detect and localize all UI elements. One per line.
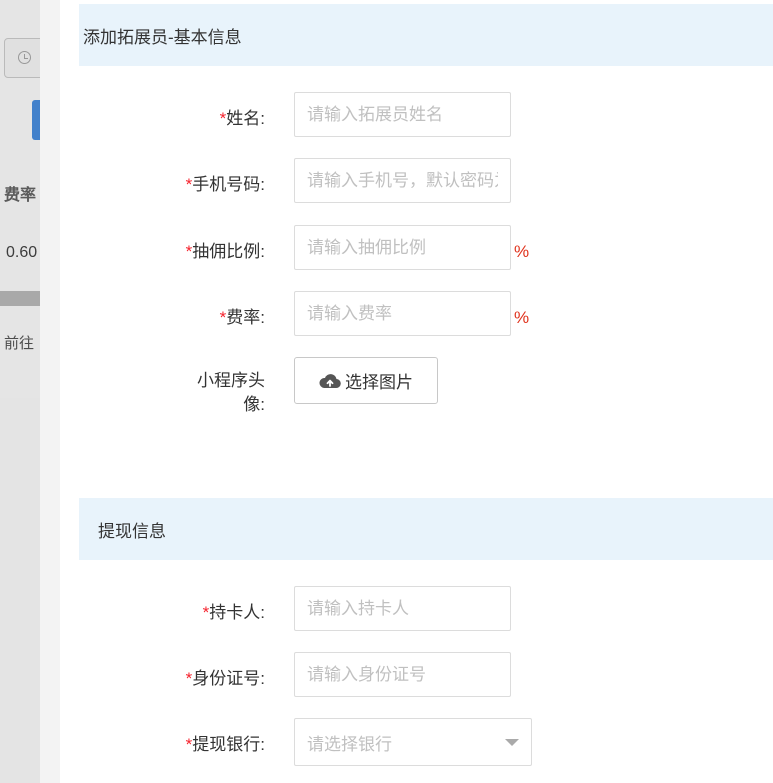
bank-label-text: 提现银行: (192, 735, 265, 754)
cardholder-label-text: 持卡人: (209, 603, 265, 622)
cardholder-label: *持卡人: (60, 598, 265, 623)
phone-label-text: 手机号码: (192, 175, 265, 194)
id-number-label-text: 身份证号: (192, 669, 265, 688)
choose-image-button[interactable]: 选择图片 (294, 357, 438, 404)
withdraw-section-header: 提现信息 (79, 498, 773, 560)
bank-label: *提现银行: (60, 730, 265, 755)
choose-image-label: 选择图片 (345, 373, 413, 392)
id-number-label: *身份证号: (60, 664, 265, 689)
rate-input[interactable] (294, 291, 511, 336)
chevron-down-icon (505, 739, 519, 746)
basic-info-title: 添加拓展员-基本信息 (83, 27, 242, 47)
id-number-input[interactable] (294, 652, 511, 697)
withdraw-section-title: 提现信息 (98, 521, 166, 541)
rate-label-text: 费率: (226, 308, 265, 327)
commission-label: *抽佣比例: (60, 237, 265, 262)
basic-info-section-header: 添加拓展员-基本信息 (79, 4, 773, 66)
name-label-text: 姓名: (226, 109, 265, 128)
phone-label: *手机号码: (60, 170, 265, 195)
name-label: *姓名: (60, 104, 265, 129)
commission-label-text: 抽佣比例: (192, 242, 265, 261)
commission-input[interactable] (294, 225, 511, 270)
cloud-upload-icon (319, 373, 341, 388)
commission-percent-suffix: % (514, 242, 530, 261)
rate-label: *费率: (60, 303, 265, 328)
avatar-label-line2: 像: (243, 395, 265, 414)
bank-select-placeholder: 请选择银行 (307, 734, 392, 754)
cardholder-input[interactable] (294, 586, 511, 631)
drawer-edge (40, 0, 60, 783)
rate-percent-suffix: % (514, 308, 530, 327)
avatar-label-line1: 小程序头 (197, 371, 265, 390)
avatar-label: 小程序头 像: (60, 369, 265, 417)
phone-input[interactable] (294, 158, 511, 203)
name-input[interactable] (294, 92, 511, 137)
add-expander-drawer: 添加拓展员-基本信息 *姓名: *手机号码: *抽佣比例: % *费率: % 小… (60, 0, 773, 783)
bank-select[interactable]: 请选择银行 (294, 718, 532, 766)
